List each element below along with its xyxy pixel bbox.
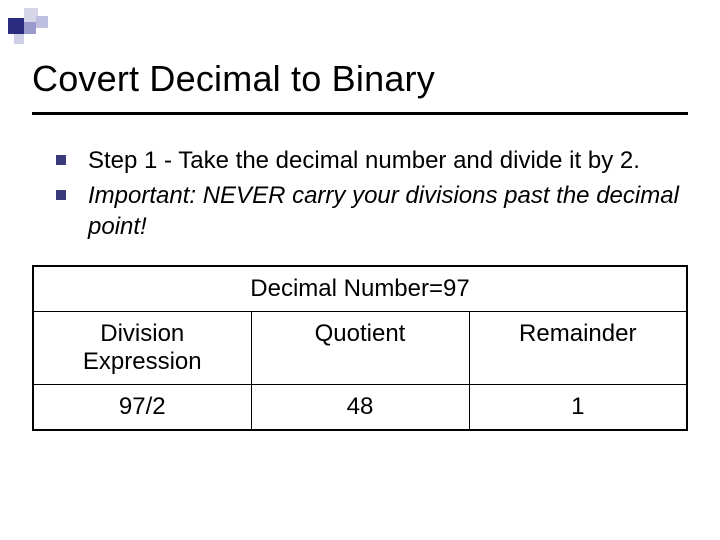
table-title-cell: Decimal Number=97 <box>33 266 687 312</box>
table-column-row: Division Expression Quotient Remainder <box>33 311 687 384</box>
square-bullet-icon <box>56 190 66 200</box>
corner-decoration <box>8 8 78 46</box>
column-header: Quotient <box>251 311 469 384</box>
conversion-table: Decimal Number=97 Division Expression Qu… <box>32 265 688 431</box>
table-cell-expression: 97/2 <box>33 384 251 430</box>
table-cell-remainder: 1 <box>469 384 687 430</box>
table-row: 97/2 48 1 <box>33 384 687 430</box>
content-area: Step 1 - Take the decimal number and div… <box>0 115 720 243</box>
table-cell-quotient: 48 <box>251 384 469 430</box>
bullet-item: Important: NEVER carry your divisions pa… <box>56 180 680 242</box>
bullet-text: Step 1 - Take the decimal number and div… <box>88 145 680 176</box>
square-bullet-icon <box>56 155 66 165</box>
column-header: Remainder <box>469 311 687 384</box>
bullet-item: Step 1 - Take the decimal number and div… <box>56 145 680 176</box>
bullet-text: Important: NEVER carry your divisions pa… <box>88 180 680 242</box>
table-header-row: Decimal Number=97 <box>33 266 687 312</box>
page-title: Covert Decimal to Binary <box>0 0 720 112</box>
column-header: Division Expression <box>33 311 251 384</box>
